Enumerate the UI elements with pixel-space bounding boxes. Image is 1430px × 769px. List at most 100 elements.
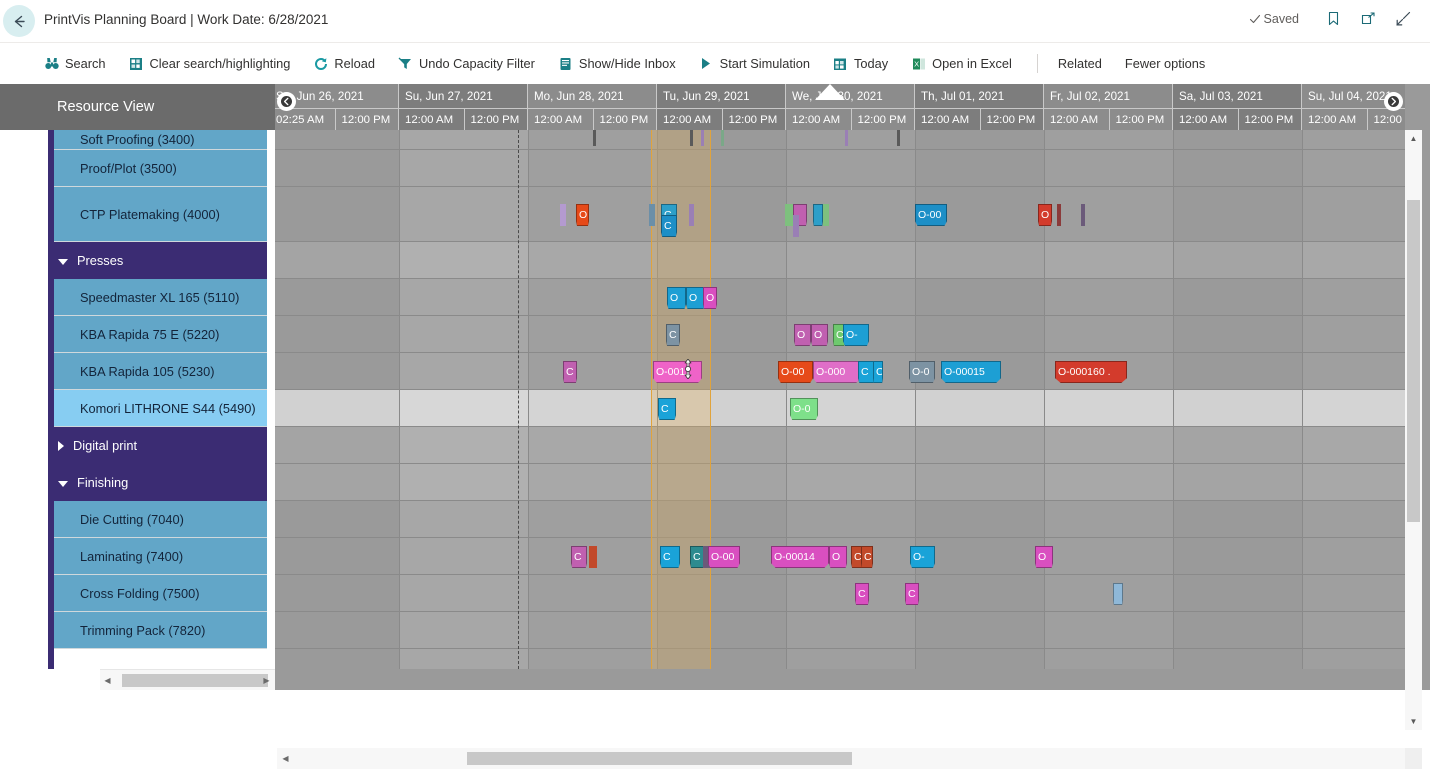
gantt-bar[interactable]: C [658, 398, 676, 420]
gantt-bar[interactable]: O [1035, 546, 1053, 568]
back-arrow-icon[interactable] [3, 5, 35, 37]
gantt-bar[interactable]: O- [910, 546, 935, 568]
start-simulation-button[interactable]: Start Simulation [699, 56, 810, 71]
gantt-bar[interactable]: O-00 [778, 361, 813, 383]
timeline-prev-button[interactable] [277, 92, 296, 111]
horizontal-scrollbar-left[interactable]: ◀ ▶ [100, 669, 275, 690]
gantt-row[interactable] [275, 390, 1405, 427]
gantt-row[interactable] [275, 427, 1405, 464]
vertical-scrollbar-thumb[interactable] [1407, 200, 1420, 522]
gantt-row[interactable] [275, 187, 1405, 242]
reload-button[interactable]: Reload [313, 56, 375, 71]
clear-search-highlighting-button[interactable]: Clear search/highlighting [129, 56, 290, 71]
gantt-bar[interactable] [845, 130, 848, 146]
search-button[interactable]: Search [44, 56, 106, 71]
resource-row[interactable]: Laminating (7400) [54, 538, 267, 575]
gantt-bar[interactable]: C [873, 361, 883, 383]
gantt-bar[interactable]: O [794, 324, 811, 346]
timeline-next-button[interactable] [1384, 92, 1403, 111]
gantt-bar[interactable]: O-00 [915, 204, 947, 226]
scroll-down-arrow-icon[interactable]: ▼ [1405, 713, 1422, 730]
gantt-bar[interactable] [690, 130, 693, 146]
resource-row[interactable]: KBA Rapida 75 E (5220) [54, 316, 267, 353]
scroll-left-arrow-icon-2[interactable]: ◀ [280, 753, 291, 764]
gantt-row[interactable] [275, 150, 1405, 187]
gantt-bar[interactable]: C [690, 546, 704, 568]
bookmark-icon[interactable] [1325, 10, 1342, 27]
gantt-bar[interactable]: O-00014 [771, 546, 829, 568]
gantt-bar[interactable]: O-00015 [941, 361, 1001, 383]
scrollbar-thumb[interactable] [122, 674, 268, 687]
horizontal-scrollbar-right[interactable]: ◀ [277, 748, 1422, 769]
related-menu[interactable]: Related [1058, 56, 1102, 71]
chevron-down-icon[interactable] [58, 481, 68, 487]
resource-group-digital-print[interactable]: Digital print [48, 427, 267, 464]
gantt-bar[interactable]: C [855, 583, 869, 605]
gantt-bar[interactable] [593, 130, 596, 146]
gantt-bar[interactable] [785, 204, 793, 226]
gantt-row[interactable] [275, 279, 1405, 316]
gantt-bar[interactable] [1057, 204, 1061, 226]
gantt-bar[interactable]: C [861, 546, 873, 568]
gantt-bar[interactable]: C [660, 546, 680, 568]
gantt-bar[interactable]: O [1038, 204, 1052, 226]
gantt-bar[interactable]: C [666, 324, 680, 346]
gantt-bar[interactable] [793, 215, 799, 237]
resource-row[interactable]: Die Cutting (7040) [54, 501, 267, 538]
gantt-bar[interactable]: O-0 [909, 361, 935, 383]
gantt-bar[interactable]: O [667, 287, 686, 309]
chevron-down-icon[interactable] [58, 259, 68, 265]
gantt-bar[interactable] [689, 204, 694, 226]
gantt-bar[interactable]: C [571, 546, 587, 568]
gantt-bar[interactable]: O [576, 204, 589, 226]
gantt-row[interactable] [275, 575, 1405, 612]
open-in-excel-button[interactable]: X Open in Excel [911, 56, 1012, 71]
gantt-bar[interactable] [589, 546, 597, 568]
open-new-window-icon[interactable] [1360, 10, 1377, 27]
gantt-row[interactable] [275, 242, 1405, 279]
scroll-left-arrow-icon[interactable]: ◀ [102, 675, 113, 686]
gantt-bar[interactable] [649, 204, 655, 226]
gantt-bar[interactable]: C [563, 361, 577, 383]
chevron-right-icon[interactable] [58, 440, 64, 451]
gantt-bar[interactable] [1113, 583, 1123, 605]
resource-row[interactable]: Trimming Pack (7820) [54, 612, 267, 649]
gantt-bar[interactable]: O-00 [708, 546, 740, 568]
gantt-bar[interactable]: C [661, 215, 677, 237]
gantt-bar[interactable] [560, 204, 566, 226]
resource-row[interactable]: Komori LITHRONE S44 (5490) [54, 390, 267, 427]
gantt-bar[interactable]: O-000 [813, 361, 860, 383]
gantt-bar[interactable]: O [829, 546, 847, 568]
vertical-scrollbar[interactable]: ▲ ▼ [1405, 130, 1422, 730]
resource-group-presses[interactable]: Presses [48, 242, 267, 279]
gantt-bar[interactable]: C [858, 361, 875, 383]
gantt-row[interactable] [275, 464, 1405, 501]
gantt-bar[interactable] [701, 130, 704, 146]
scroll-right-arrow-icon[interactable]: ▶ [261, 675, 272, 686]
collapse-icon[interactable] [1395, 10, 1412, 27]
undo-capacity-filter-button[interactable]: Undo Capacity Filter [398, 56, 535, 71]
gantt-bar[interactable] [813, 204, 823, 226]
resource-row[interactable]: Soft Proofing (3400) [54, 130, 267, 150]
resource-group-finishing[interactable]: Finishing [48, 464, 267, 501]
resource-row[interactable]: Speedmaster XL 165 (5110) [54, 279, 267, 316]
resource-row[interactable]: CTP Platemaking (4000) [54, 187, 267, 242]
gantt-bar[interactable]: C [905, 583, 919, 605]
gantt-bar[interactable] [897, 130, 900, 146]
resource-row[interactable]: Proof/Plot (3500) [54, 150, 267, 187]
gantt-bar[interactable]: O- [843, 324, 869, 346]
gantt-bar-selected[interactable]: O-0011 [653, 361, 702, 383]
fewer-options-button[interactable]: Fewer options [1125, 56, 1205, 71]
today-button[interactable]: Today [833, 56, 888, 71]
gantt-bar[interactable]: O-000160 . [1055, 361, 1127, 383]
gantt-bar[interactable]: O [811, 324, 828, 346]
gantt-bar[interactable] [1081, 204, 1085, 226]
show-hide-inbox-button[interactable]: Show/Hide Inbox [558, 56, 676, 71]
gantt-row[interactable] [275, 130, 1405, 150]
resource-row[interactable]: Cross Folding (7500) [54, 575, 267, 612]
gantt-bar[interactable]: O [703, 287, 717, 309]
gantt-bar[interactable] [823, 204, 829, 226]
gantt-row[interactable] [275, 501, 1405, 538]
gantt-bar[interactable]: O-0 [790, 398, 818, 420]
gantt-bar[interactable] [721, 130, 724, 146]
